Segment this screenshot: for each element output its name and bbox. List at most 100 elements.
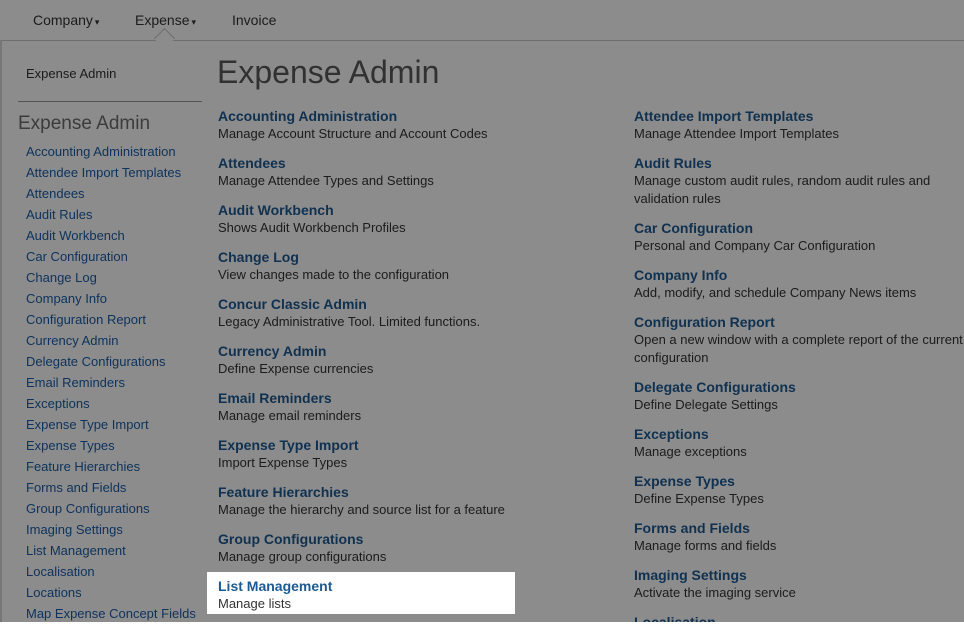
admin-entry: Localisation: [634, 613, 964, 622]
admin-entry: Company Info Add, modify, and schedule Co…: [634, 266, 964, 302]
list-management-description: Manage lists: [218, 596, 291, 611]
admin-entry-link[interactable]: Accounting Administration: [218, 107, 618, 125]
admin-entry: Configuration Report Open a new window wi…: [634, 313, 964, 367]
sidebar-item[interactable]: Configuration Report: [26, 309, 196, 330]
admin-entry: Audit Rules Manage custom audit rules, ra…: [634, 154, 964, 208]
admin-entry-link[interactable]: Exceptions: [634, 425, 964, 443]
sidebar-item[interactable]: Group Configurations: [26, 498, 196, 519]
admin-entry-description: Manage group configurations: [218, 549, 387, 564]
admin-entry-link[interactable]: Expense Type Import: [218, 436, 618, 454]
admin-entry-description: Define Delegate Settings: [634, 397, 778, 412]
admin-entry-description: Personal and Company Car Configuration: [634, 238, 876, 253]
admin-entry: Forms and Fields Manage forms and fields: [634, 519, 964, 555]
admin-entry-description: Shows Audit Workbench Profiles: [218, 220, 406, 235]
active-tab-indicator: [153, 27, 176, 50]
admin-entry: Attendee Import Templates Manage Attendee…: [634, 107, 964, 143]
admin-entry: Currency Admin Define Expense currencies: [218, 342, 618, 378]
admin-links-column-1: Accounting Administration Manage Account …: [218, 107, 618, 577]
admin-entry-link[interactable]: Car Configuration: [634, 219, 964, 237]
admin-entry: Car Configuration Personal and Company Ca…: [634, 219, 964, 255]
sidebar-item[interactable]: Exceptions: [26, 393, 196, 414]
page-title: Expense Admin: [217, 54, 440, 90]
admin-entry-description: Manage forms and fields: [634, 538, 777, 553]
sidebar-item[interactable]: Feature Hierarchies: [26, 456, 196, 477]
admin-entry-link[interactable]: Group Configurations: [218, 530, 618, 548]
sidebar-item[interactable]: Change Log: [26, 267, 196, 288]
admin-entry-description: Open a new window with a complete report…: [634, 332, 963, 365]
admin-entry-description: Define Expense Types: [634, 491, 764, 506]
admin-entry: Attendees Manage Attendee Types and Setti…: [218, 154, 618, 190]
admin-entry: Delegate Configurations Define Delegate S…: [634, 378, 964, 414]
admin-entry-link[interactable]: Delegate Configurations: [634, 378, 964, 396]
sidebar-item[interactable]: Delegate Configurations: [26, 351, 196, 372]
admin-entry-description: Add, modify, and schedule Company News i…: [634, 285, 917, 300]
admin-entry-link[interactable]: Expense Types: [634, 472, 964, 490]
admin-entry-link[interactable]: Change Log: [218, 248, 618, 266]
sidebar-heading: Expense Admin: [18, 113, 151, 134]
sidebar-item[interactable]: Attendees: [26, 183, 196, 204]
admin-entry: Concur Classic Admin Legacy Administrativ…: [218, 295, 618, 331]
sidebar-item[interactable]: Forms and Fields: [26, 477, 196, 498]
admin-entry-description: Define Expense currencies: [218, 361, 374, 376]
top-navigation: Company ▾ Expense ▾ Invoice: [0, 0, 964, 50]
admin-entry: Feature Hierarchies Manage the hierarchy …: [218, 483, 618, 519]
admin-entry: Exceptions Manage exceptions: [634, 425, 964, 461]
sidebar-divider: [18, 101, 202, 102]
admin-entry-link[interactable]: Attendee Import Templates: [634, 107, 964, 125]
sidebar-item[interactable]: Expense Types: [26, 435, 196, 456]
admin-entry: Imaging Settings Activate the imaging ser…: [634, 566, 964, 602]
admin-links-column-2: Attendee Import Templates Manage Attendee…: [634, 107, 964, 622]
chevron-down-icon: ▾: [191, 17, 197, 27]
sidebar-item[interactable]: Accounting Administration: [26, 141, 196, 162]
admin-entry-link[interactable]: Company Info: [634, 266, 964, 284]
admin-entry-description: Manage custom audit rules, random audit …: [634, 173, 931, 206]
admin-entry-description: View changes made to the configuration: [218, 267, 450, 282]
sidebar-item[interactable]: Company Info: [26, 288, 196, 309]
admin-entry: Group Configurations Manage group configu…: [218, 530, 618, 566]
admin-entry-link[interactable]: Currency Admin: [218, 342, 618, 360]
admin-entry-link[interactable]: Concur Classic Admin: [218, 295, 618, 313]
admin-entry-link[interactable]: Email Reminders: [218, 389, 618, 407]
admin-entry-description: Legacy Administrative Tool. Limited func…: [218, 314, 481, 329]
admin-entry-description: Manage Attendee Import Templates: [634, 126, 839, 141]
nav-expense-menu[interactable]: Expense ▾: [135, 12, 196, 28]
sidebar-list: Accounting Administration Attendee Import…: [26, 141, 196, 624]
highlighted-entry: List Management Manage lists: [207, 572, 515, 614]
sidebar-item[interactable]: Localisation: [26, 561, 196, 582]
nav-expense-label: Expense: [135, 12, 190, 28]
admin-entry-description: Manage the hierarchy and source list for…: [218, 502, 505, 517]
admin-entry: Accounting Administration Manage Account …: [218, 107, 618, 143]
admin-entry: Change Log View changes made to the confi…: [218, 248, 618, 284]
sidebar-item[interactable]: Map Expense Concept Fields: [26, 603, 196, 624]
admin-entry-link[interactable]: Localisation: [634, 613, 964, 622]
admin-entry: Expense Types Define Expense Types: [634, 472, 964, 508]
admin-entry-description: Manage email reminders: [218, 408, 362, 423]
sidebar-item[interactable]: Imaging Settings: [26, 519, 196, 540]
sidebar-item[interactable]: Locations: [26, 582, 196, 603]
admin-entry-link[interactable]: Imaging Settings: [634, 566, 964, 584]
admin-entry-link[interactable]: Configuration Report: [634, 313, 964, 331]
admin-entry-link[interactable]: Feature Hierarchies: [218, 483, 618, 501]
list-management-link[interactable]: List Management: [218, 578, 332, 594]
nav-company-menu[interactable]: Company ▾: [33, 12, 99, 28]
sidebar-item[interactable]: Currency Admin: [26, 330, 196, 351]
admin-entry-link[interactable]: Attendees: [218, 154, 618, 172]
admin-entry-description: Manage Account Structure and Account Cod…: [218, 126, 488, 141]
admin-entry: Audit Workbench Shows Audit Workbench Pro…: [218, 201, 618, 237]
sidebar-top-link[interactable]: Expense Admin: [26, 66, 116, 81]
nav-company-label: Company: [33, 12, 93, 28]
admin-entry-link[interactable]: Audit Rules: [634, 154, 964, 172]
admin-entry-description: Manage exceptions: [634, 444, 747, 459]
sidebar-item[interactable]: Expense Type Import: [26, 414, 196, 435]
admin-entry-link[interactable]: Audit Workbench: [218, 201, 618, 219]
sidebar-item[interactable]: Audit Workbench: [26, 225, 196, 246]
admin-entry-link[interactable]: Forms and Fields: [634, 519, 964, 537]
left-border: [0, 40, 2, 622]
sidebar-item[interactable]: Email Reminders: [26, 372, 196, 393]
nav-invoice-menu[interactable]: Invoice: [232, 12, 276, 28]
sidebar-item[interactable]: List Management: [26, 540, 196, 561]
sidebar-item[interactable]: Car Configuration: [26, 246, 196, 267]
admin-entry-description: Activate the imaging service: [634, 585, 796, 600]
sidebar-item[interactable]: Audit Rules: [26, 204, 196, 225]
sidebar-item[interactable]: Attendee Import Templates: [26, 162, 196, 183]
